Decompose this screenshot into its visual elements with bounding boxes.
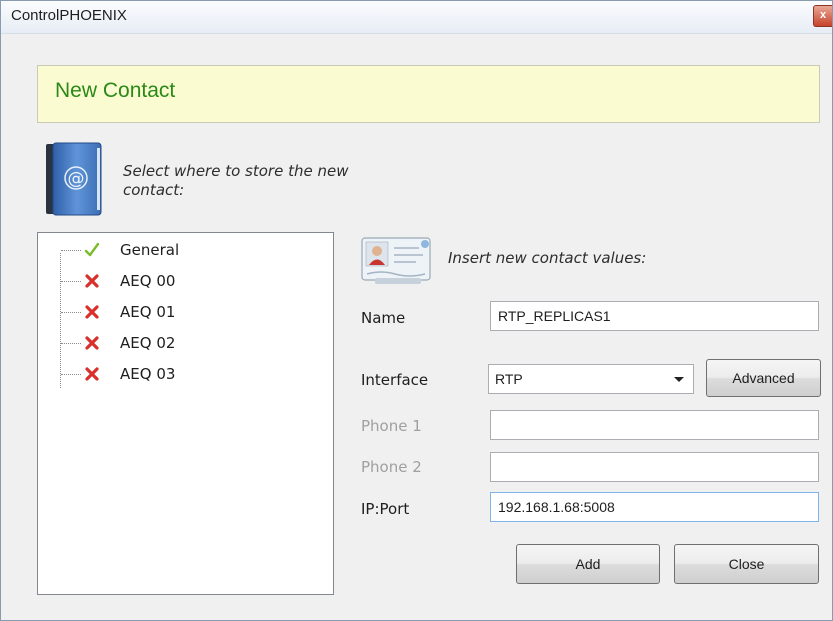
svg-text:@: @ [68, 169, 85, 189]
cross-icon [85, 274, 99, 288]
address-book-icon: @ [46, 142, 102, 216]
phone2-label: Phone 2 [361, 458, 422, 476]
ip-port-field[interactable]: 192.168.1.68:5008 [490, 492, 819, 522]
tree-item-label: AEQ 01 [120, 303, 176, 321]
tree-item-aeq-00[interactable]: AEQ 00 [38, 267, 328, 297]
tree-item-general[interactable]: General [38, 236, 328, 266]
interface-label: Interface [361, 371, 429, 389]
interface-select[interactable]: RTP [488, 364, 694, 394]
phone2-field[interactable] [490, 452, 819, 482]
contact-card-icon [361, 237, 431, 284]
page-title: New Contact [55, 79, 176, 102]
tree-connector [61, 312, 81, 313]
window-title: ControlPHOENIX [11, 7, 127, 24]
advanced-button[interactable]: Advanced [706, 359, 821, 397]
store-location-tree[interactable]: General AEQ 00 AEQ 01 AEQ 02 AEQ 03 [37, 232, 334, 595]
window-close-button[interactable]: x [813, 5, 832, 27]
add-button[interactable]: Add [516, 544, 660, 584]
tree-connector [61, 281, 81, 282]
name-label: Name [361, 309, 406, 327]
tree-connector [61, 374, 81, 375]
tree-item-label: AEQ 00 [120, 272, 176, 290]
cross-icon [85, 305, 99, 319]
dialog-window: ControlPHOENIX x New Contact @ Select wh… [0, 0, 833, 621]
close-button[interactable]: Close [674, 544, 819, 584]
ip-port-label: IP:Port [361, 500, 410, 518]
tree-item-aeq-03[interactable]: AEQ 03 [38, 360, 328, 390]
header-panel: New Contact [37, 65, 820, 123]
tree-connector [61, 343, 81, 344]
store-location-prompt: Select where to store the new contact: [123, 162, 349, 199]
contact-values-prompt: Insert new contact values: [448, 249, 647, 267]
tree-item-label: AEQ 03 [120, 365, 176, 383]
tree-connector [61, 250, 81, 251]
cross-icon [85, 336, 99, 350]
tree-item-label: General [120, 241, 180, 259]
cross-icon [85, 367, 99, 381]
chevron-down-icon [674, 377, 684, 382]
phone1-label: Phone 1 [361, 417, 422, 435]
checkmark-icon [84, 242, 100, 257]
tree-item-aeq-02[interactable]: AEQ 02 [38, 329, 328, 359]
tree-item-label: AEQ 02 [120, 334, 176, 352]
name-field[interactable]: RTP_REPLICAS1 [490, 301, 819, 331]
tree-item-aeq-01[interactable]: AEQ 01 [38, 298, 328, 328]
title-bar[interactable]: ControlPHOENIX x [1, 1, 832, 34]
phone1-field[interactable] [490, 410, 819, 440]
interface-selected-value: RTP [495, 371, 523, 387]
